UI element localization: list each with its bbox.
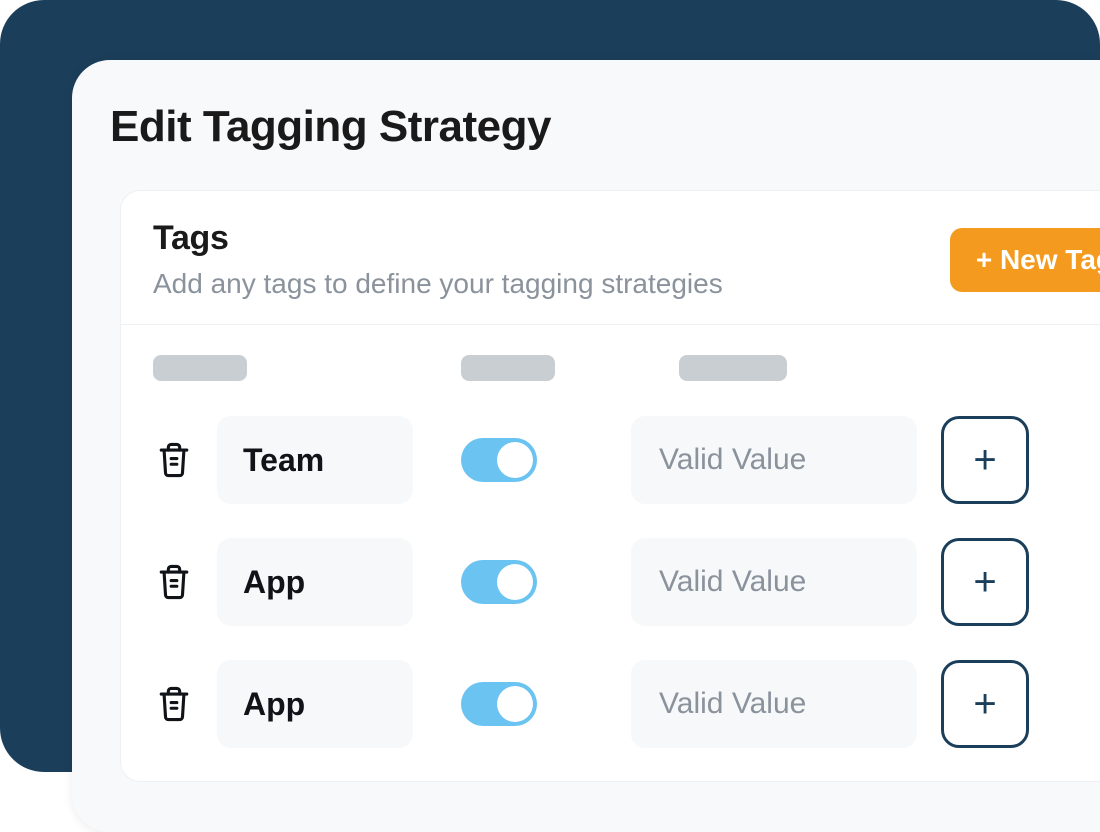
toggle-wrap: [461, 682, 541, 726]
valid-value-input[interactable]: Valid Value: [631, 660, 917, 748]
delete-tag-button[interactable]: [153, 563, 195, 601]
trash-icon: [157, 441, 191, 479]
table-header-row: [153, 355, 1100, 381]
trash-icon: [157, 563, 191, 601]
valid-value-input[interactable]: Valid Value: [631, 416, 917, 504]
toggle-knob: [497, 686, 533, 722]
section-title: Tags: [153, 219, 723, 258]
table-area: Team Valid Value +: [121, 325, 1100, 749]
card-header-left: Tags Add any tags to define your tagging…: [153, 219, 723, 300]
tag-row: App Valid Value +: [153, 537, 1100, 627]
section-subtitle: Add any tags to define your tagging stra…: [153, 268, 723, 300]
delete-tag-button[interactable]: [153, 685, 195, 723]
header-skeleton: [153, 355, 247, 381]
tag-name-input[interactable]: App: [217, 660, 413, 748]
tags-card: Tags Add any tags to define your tagging…: [120, 190, 1100, 782]
add-value-button[interactable]: +: [941, 416, 1029, 504]
enabled-toggle[interactable]: [461, 682, 537, 726]
valid-value-input[interactable]: Valid Value: [631, 538, 917, 626]
enabled-toggle[interactable]: [461, 560, 537, 604]
card-header: Tags Add any tags to define your tagging…: [121, 191, 1100, 325]
page-title: Edit Tagging Strategy: [72, 60, 1100, 152]
tag-row: App Valid Value +: [153, 659, 1100, 749]
add-value-button[interactable]: +: [941, 538, 1029, 626]
tag-row: Team Valid Value +: [153, 415, 1100, 505]
toggle-knob: [497, 442, 533, 478]
header-skeleton: [679, 355, 787, 381]
toggle-wrap: [461, 560, 541, 604]
tag-name-input[interactable]: App: [217, 538, 413, 626]
trash-icon: [157, 685, 191, 723]
toggle-wrap: [461, 438, 541, 482]
add-value-button[interactable]: +: [941, 660, 1029, 748]
tag-name-input[interactable]: Team: [217, 416, 413, 504]
delete-tag-button[interactable]: [153, 441, 195, 479]
toggle-knob: [497, 564, 533, 600]
enabled-toggle[interactable]: [461, 438, 537, 482]
header-skeleton: [461, 355, 555, 381]
new-tag-button[interactable]: + New Tag: [950, 228, 1100, 292]
outer-frame: Edit Tagging Strategy Tags Add any tags …: [0, 0, 1100, 772]
inner-panel: Edit Tagging Strategy Tags Add any tags …: [72, 60, 1100, 832]
